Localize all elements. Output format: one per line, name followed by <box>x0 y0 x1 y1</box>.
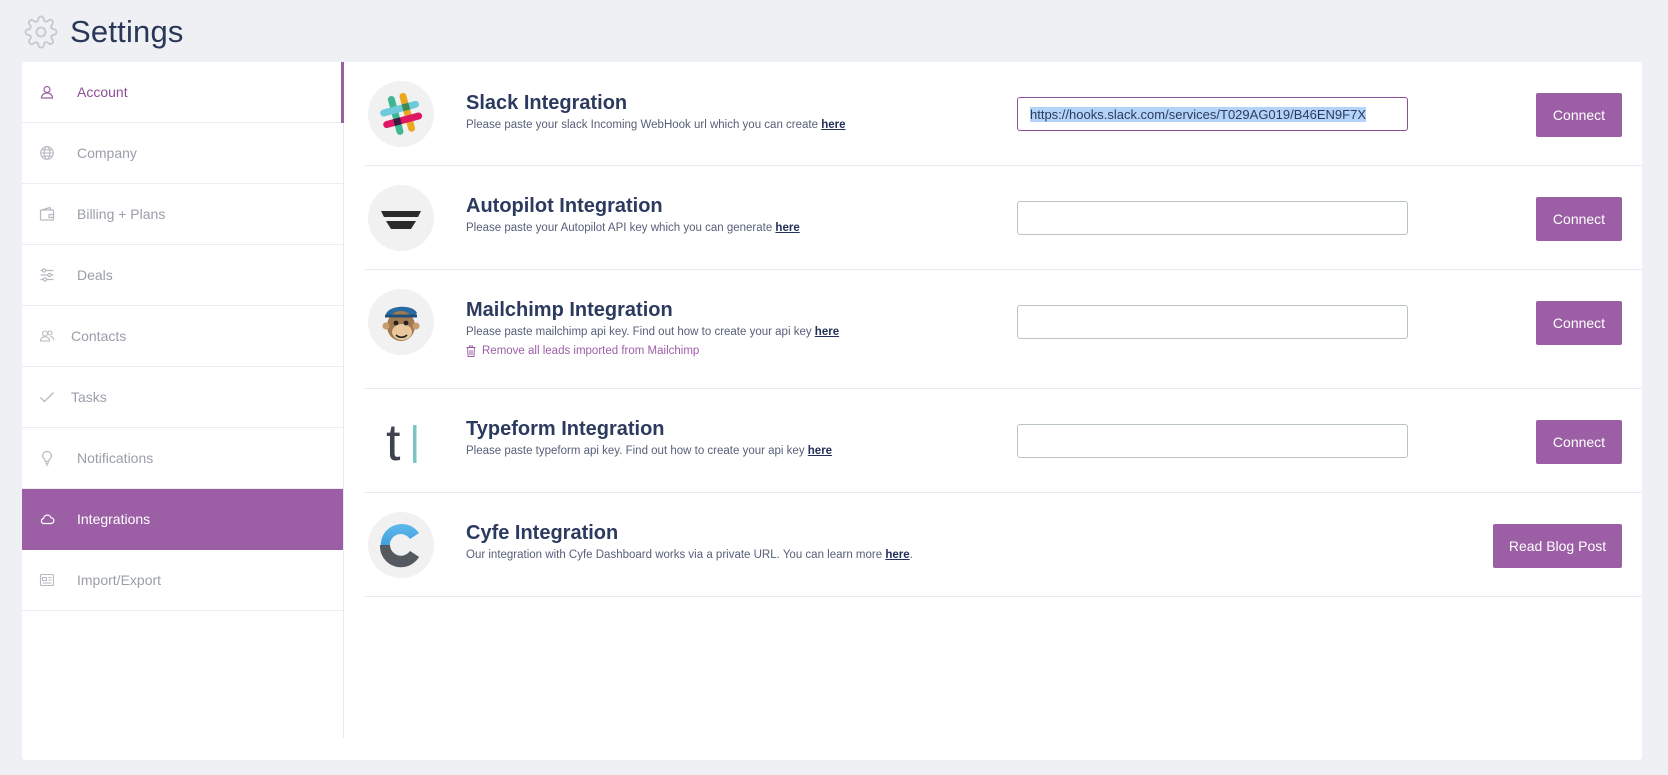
sidebar-item-integrations[interactable]: Integrations <box>22 489 343 550</box>
integration-description: Please paste your slack Incoming WebHook… <box>466 119 845 131</box>
slack-connect-button[interactable]: Connect <box>1536 93 1622 137</box>
autopilot-logo-icon <box>368 185 434 251</box>
description-suffix: . <box>909 549 913 561</box>
autopilot-connect-button[interactable]: Connect <box>1536 197 1622 241</box>
check-icon <box>39 389 55 405</box>
sidebar-item-label: Import/Export <box>77 572 162 588</box>
here-link[interactable]: here <box>821 119 845 131</box>
integration-title: Typeform Integration <box>466 418 665 440</box>
mailchimp-api-key-input[interactable] <box>1017 305 1408 339</box>
integration-row-typeform: t Typeform Integration Please paste type… <box>365 389 1643 493</box>
integration-description: Please paste mailchimp api key. Find out… <box>466 326 839 338</box>
svg-text:t: t <box>386 414 401 471</box>
slack-webhook-input[interactable]: https://hooks.slack.com/services/T029AG0… <box>1017 97 1408 131</box>
integration-title: Cyfe Integration <box>466 522 619 544</box>
mailchimp-connect-button[interactable]: Connect <box>1536 301 1622 345</box>
sidebar-item-notifications[interactable]: Notifications <box>22 428 343 489</box>
remove-link-label: Remove all leads imported from Mailchimp <box>482 345 700 357</box>
sidebar-item-label: Integrations <box>77 511 151 527</box>
cloud-icon <box>39 511 55 527</box>
typeform-connect-button[interactable]: Connect <box>1536 420 1622 464</box>
integration-row-autopilot: Autopilot Integration Please paste your … <box>365 166 1643 270</box>
sidebar-item-label: Account <box>77 84 128 100</box>
here-link[interactable]: here <box>775 222 799 234</box>
sidebar-item-label: Contacts <box>71 328 127 344</box>
here-link[interactable]: here <box>815 326 839 338</box>
slack-logo-icon <box>368 81 434 147</box>
integration-description: Our integration with Cyfe Dashboard work… <box>466 549 913 561</box>
integration-title: Mailchimp Integration <box>466 299 673 321</box>
sidebar-item-company[interactable]: Company <box>22 123 343 184</box>
sidebar-item-label: Tasks <box>71 389 107 405</box>
integration-title: Autopilot Integration <box>466 195 663 217</box>
autopilot-api-key-input[interactable] <box>1017 201 1408 235</box>
gear-icon <box>24 15 58 49</box>
sidebar-item-billing[interactable]: Billing + Plans <box>22 184 343 245</box>
integration-row-cyfe: Cyfe Integration Our integration with Cy… <box>365 493 1643 597</box>
integration-row-mailchimp: Mailchimp Integration Please paste mailc… <box>365 270 1643 389</box>
integration-description: Please paste typeform api key. Find out … <box>466 445 832 457</box>
typeform-api-key-input[interactable] <box>1017 424 1408 458</box>
trash-icon <box>466 345 476 357</box>
document-icon <box>39 572 55 588</box>
here-link[interactable]: here <box>808 445 832 457</box>
selected-text: https://hooks.slack.com/services/T029AG0… <box>1030 106 1366 122</box>
page-header: Settings <box>24 12 184 52</box>
sidebar-item-tasks[interactable]: Tasks <box>22 367 343 428</box>
read-blog-post-button[interactable]: Read Blog Post <box>1493 524 1622 568</box>
integration-description: Please paste your Autopilot API key whic… <box>466 222 800 234</box>
description-text: Please paste your Autopilot API key whic… <box>466 222 776 234</box>
globe-icon <box>39 145 55 161</box>
sidebar-item-contacts[interactable]: Contacts <box>22 306 343 367</box>
settings-sidebar: Account Company Billing + Plans Deals Co… <box>22 62 344 738</box>
page-title: Settings <box>70 14 184 49</box>
cyfe-logo-icon <box>368 512 434 578</box>
user-icon <box>39 84 55 100</box>
integration-title: Slack Integration <box>466 92 628 114</box>
remove-mailchimp-leads-link[interactable]: Remove all leads imported from Mailchimp <box>466 345 699 357</box>
description-text: Please paste typeform api key. Find out … <box>466 445 808 457</box>
sidebar-item-label: Company <box>77 145 137 161</box>
wallet-icon <box>39 206 55 222</box>
sidebar-item-deals[interactable]: Deals <box>22 245 343 306</box>
mailchimp-logo-icon <box>368 289 434 355</box>
users-icon <box>39 328 55 344</box>
description-text: Our integration with Cyfe Dashboard work… <box>466 549 886 561</box>
sidebar-item-import-export[interactable]: Import/Export <box>22 550 343 611</box>
sidebar-item-label: Deals <box>77 267 113 283</box>
settings-card: Account Company Billing + Plans Deals Co… <box>22 62 1643 760</box>
integration-row-slack: Slack Integration Please paste your slac… <box>365 62 1643 166</box>
sidebar-item-label: Billing + Plans <box>77 206 166 222</box>
lightbulb-icon <box>39 450 55 466</box>
integrations-list: Slack Integration Please paste your slac… <box>365 62 1643 597</box>
description-text: Please paste mailchimp api key. Find out… <box>466 326 815 338</box>
here-link[interactable]: here <box>885 549 909 561</box>
typeform-logo-icon: t <box>368 408 434 474</box>
description-text: Please paste your slack Incoming WebHook… <box>466 119 822 131</box>
sliders-icon <box>39 267 55 283</box>
sidebar-item-account[interactable]: Account <box>22 62 344 123</box>
sidebar-item-label: Notifications <box>77 450 154 466</box>
